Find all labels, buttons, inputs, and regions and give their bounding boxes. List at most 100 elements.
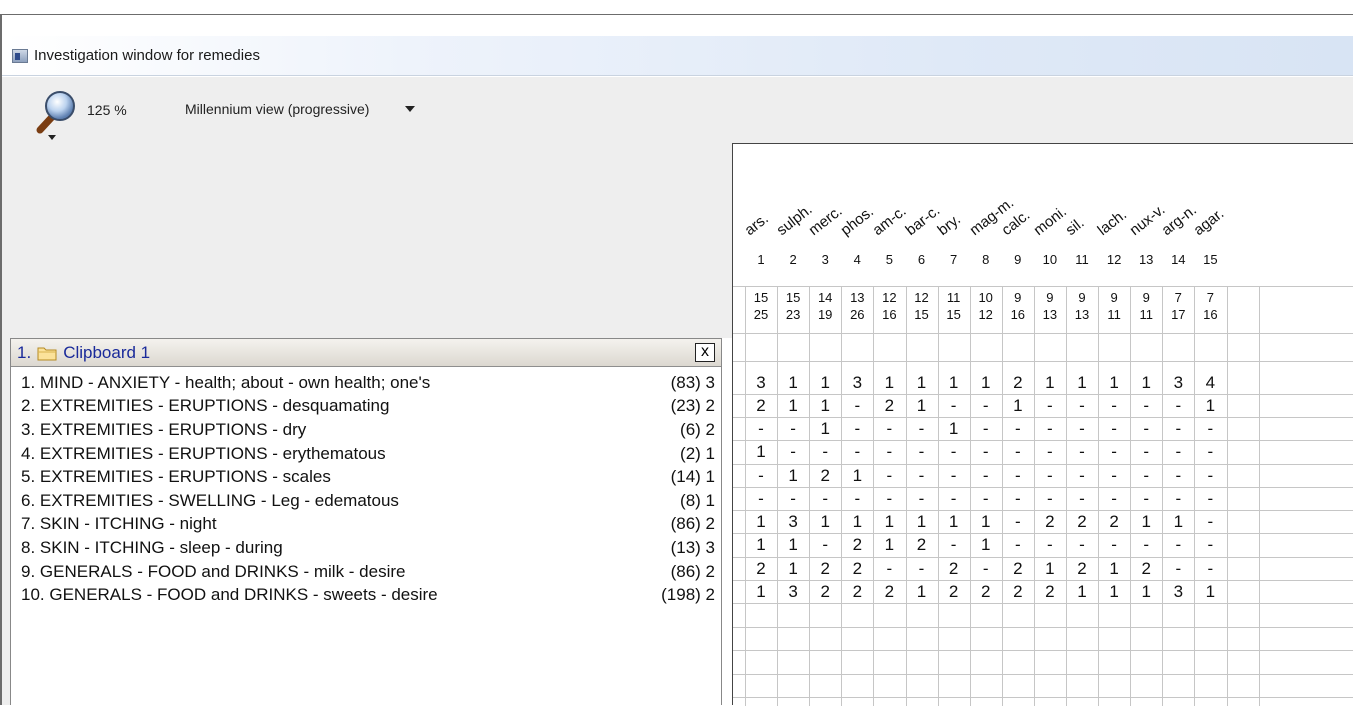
grid-cell[interactable]: 1 [809, 396, 841, 416]
grid-cell[interactable]: - [777, 419, 809, 439]
grid-cell[interactable]: 1 [777, 396, 809, 416]
grid-cell[interactable]: 1 [873, 512, 905, 532]
grid-cell[interactable]: - [745, 489, 777, 509]
grid-cell[interactable]: - [1130, 419, 1162, 439]
grid-cell[interactable]: 2 [1034, 582, 1066, 602]
grid-cell[interactable]: - [1002, 419, 1034, 439]
grid-cell[interactable]: - [1130, 535, 1162, 555]
grid-cell[interactable]: 1 [1098, 373, 1130, 393]
grid-cell[interactable]: - [1130, 489, 1162, 509]
grid-cell[interactable]: 2 [1002, 582, 1034, 602]
grid-cell[interactable]: - [1066, 442, 1098, 462]
rubric-row[interactable]: 6. EXTREMITIES - SWELLING - Leg - edemat… [21, 489, 721, 513]
grid-cell[interactable]: - [1034, 489, 1066, 509]
grid-cell[interactable]: - [1194, 512, 1226, 532]
window-titlebar[interactable]: Investigation window for remedies [2, 36, 1353, 76]
grid-cell[interactable]: - [841, 419, 873, 439]
grid-cell[interactable]: - [1194, 466, 1226, 486]
grid-cell[interactable]: - [906, 559, 938, 579]
grid-cell[interactable]: - [1002, 442, 1034, 462]
grid-cell[interactable]: 1 [841, 466, 873, 486]
remedy-abbreviation[interactable]: bar-c. [902, 202, 943, 239]
rubric-row[interactable]: 7. SKIN - ITCHING - night (86) 2 [21, 513, 721, 537]
grid-cell[interactable]: 2 [745, 396, 777, 416]
grid-cell[interactable]: - [1066, 535, 1098, 555]
remedy-abbreviation[interactable]: arg-n. [1159, 201, 1200, 239]
grid-cell[interactable]: - [809, 442, 841, 462]
grid-cell[interactable]: 1 [970, 373, 1002, 393]
grid-cell[interactable]: - [1066, 466, 1098, 486]
grid-cell[interactable]: 1 [809, 373, 841, 393]
grid-cell[interactable]: - [809, 489, 841, 509]
grid-cell[interactable]: 2 [1002, 373, 1034, 393]
grid-cell[interactable]: 1 [777, 559, 809, 579]
grid-cell[interactable]: - [745, 419, 777, 439]
remedy-abbreviation[interactable]: nux-v. [1127, 201, 1169, 239]
grid-cell[interactable]: - [970, 489, 1002, 509]
grid-cell[interactable]: - [1098, 535, 1130, 555]
grid-cell[interactable]: - [1002, 535, 1034, 555]
grid-cell[interactable]: - [1130, 396, 1162, 416]
grid-cell[interactable]: - [1098, 466, 1130, 486]
grid-cell[interactable]: 1 [1066, 373, 1098, 393]
grid-cell[interactable]: - [777, 489, 809, 509]
grid-cell[interactable]: 1 [1098, 559, 1130, 579]
grid-cell[interactable]: - [1162, 466, 1194, 486]
grid-cell[interactable]: 2 [745, 559, 777, 579]
grid-cell[interactable]: 2 [841, 582, 873, 602]
rubric-row[interactable]: 10. GENERALS - FOOD and DRINKS - sweets … [21, 583, 721, 607]
grid-cell[interactable]: 1 [841, 512, 873, 532]
grid-cell[interactable]: 3 [841, 373, 873, 393]
grid-cell[interactable]: 1 [745, 535, 777, 555]
grid-cell[interactable]: 2 [938, 582, 970, 602]
grid-cell[interactable]: - [745, 466, 777, 486]
rubric-row[interactable]: 5. EXTREMITIES - ERUPTIONS - scales (14) … [21, 465, 721, 489]
grid-cell[interactable]: - [1002, 512, 1034, 532]
grid-cell[interactable]: 2 [1130, 559, 1162, 579]
close-icon[interactable]: x [695, 343, 715, 362]
grid-cell[interactable]: 1 [970, 535, 1002, 555]
grid-cell[interactable]: 1 [745, 442, 777, 462]
grid-cell[interactable]: - [1098, 419, 1130, 439]
grid-cell[interactable]: 1 [938, 512, 970, 532]
grid-cell[interactable]: - [841, 442, 873, 462]
grid-cell[interactable]: - [1066, 419, 1098, 439]
remedy-abbreviation[interactable]: sulph. [774, 201, 816, 239]
grid-cell[interactable]: 1 [873, 535, 905, 555]
grid-cell[interactable]: - [841, 396, 873, 416]
rubric-row[interactable]: 8. SKIN - ITCHING - sleep - during (13) 3 [21, 536, 721, 560]
rubric-row[interactable]: 9. GENERALS - FOOD and DRINKS - milk - d… [21, 560, 721, 584]
remedy-abbreviation[interactable]: lach. [1095, 206, 1130, 239]
grid-cell[interactable]: 2 [1066, 559, 1098, 579]
grid-cell[interactable]: - [970, 559, 1002, 579]
grid-cell[interactable]: 1 [1002, 396, 1034, 416]
grid-cell[interactable]: 1 [1130, 582, 1162, 602]
remedy-abbreviation[interactable]: am-c. [870, 203, 910, 239]
grid-cell[interactable]: - [1034, 419, 1066, 439]
grid-cell[interactable]: - [1162, 419, 1194, 439]
grid-cell[interactable]: 3 [777, 582, 809, 602]
grid-cell[interactable]: - [938, 396, 970, 416]
grid-cell[interactable]: - [1194, 442, 1226, 462]
grid-cell[interactable]: - [1098, 489, 1130, 509]
grid-cell[interactable]: - [906, 489, 938, 509]
grid-cell[interactable]: 2 [970, 582, 1002, 602]
grid-cell[interactable]: - [777, 442, 809, 462]
grid-cell[interactable]: 2 [841, 535, 873, 555]
grid-cell[interactable]: 1 [809, 512, 841, 532]
remedy-abbreviation[interactable]: ars. [742, 210, 772, 239]
grid-cell[interactable]: 2 [873, 396, 905, 416]
grid-cell[interactable]: - [873, 559, 905, 579]
rubric-row[interactable]: 3. EXTREMITIES - ERUPTIONS - dry (6) 2 [21, 418, 721, 442]
grid-cell[interactable]: 1 [1162, 512, 1194, 532]
grid-cell[interactable]: - [1066, 396, 1098, 416]
grid-cell[interactable]: 2 [906, 535, 938, 555]
grid-cell[interactable]: 1 [906, 512, 938, 532]
grid-cell[interactable]: - [873, 466, 905, 486]
grid-cell[interactable]: 1 [1066, 582, 1098, 602]
grid-cell[interactable]: 1 [906, 396, 938, 416]
grid-cell[interactable]: 2 [809, 582, 841, 602]
remedy-abbreviation[interactable]: moni. [1030, 203, 1069, 239]
grid-cell[interactable]: - [938, 442, 970, 462]
grid-cell[interactable]: - [1162, 535, 1194, 555]
